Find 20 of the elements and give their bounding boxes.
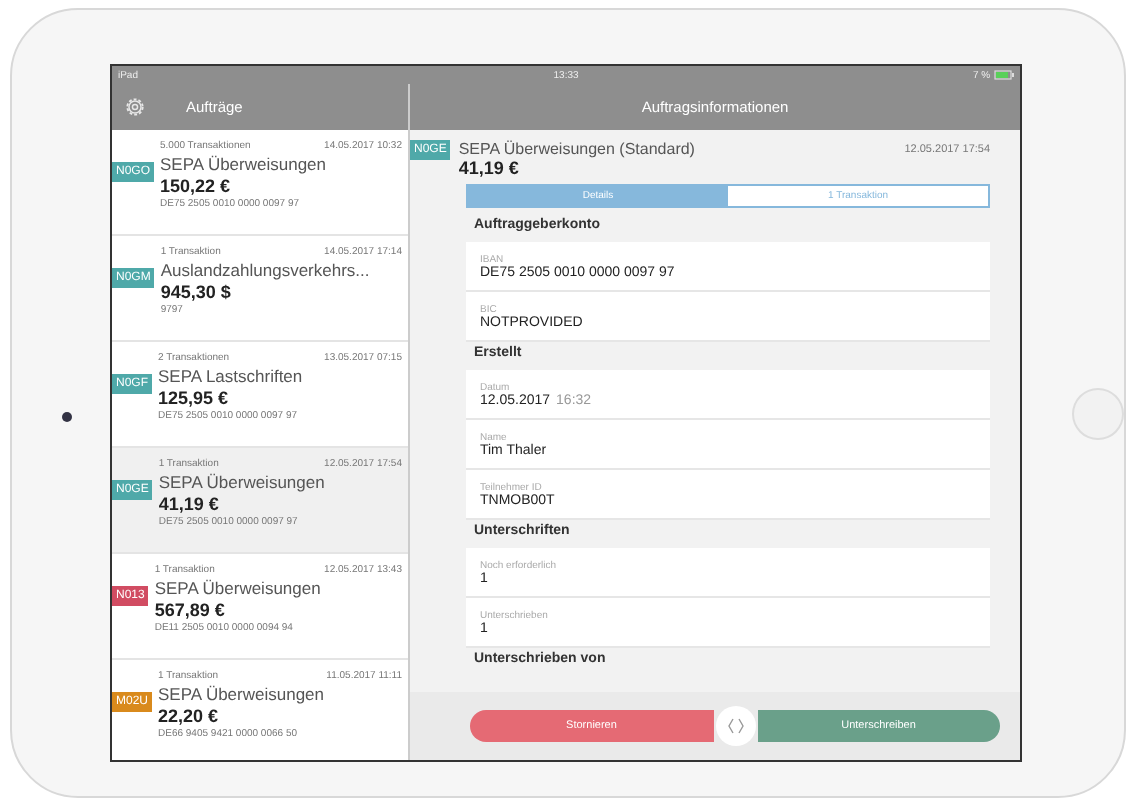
order-type: Auslandzahlungsverkehrs... <box>160 260 372 280</box>
order-amount: 945,30 $ <box>160 282 233 302</box>
order-type: SEPA Überweisungen <box>154 578 323 598</box>
order-type: SEPA Lastschriften <box>158 366 305 386</box>
order-amount: 22,20 € <box>158 706 221 726</box>
order-amount: 125,95 € <box>158 388 231 408</box>
order-type: SEPA Überweisungen <box>158 684 327 704</box>
order-type: SEPA Überweisungen <box>160 154 329 174</box>
order-type: SEPA Überweisungen (Standard) <box>458 140 695 158</box>
order-type: SEPA Überweisungen <box>158 472 327 492</box>
slider-handle[interactable] <box>715 706 756 746</box>
order-amount: 41,19 € <box>458 158 521 178</box>
order-amount: 150,22 € <box>160 176 233 196</box>
order-amount: 567,89 € <box>154 600 227 620</box>
chevrons-icon <box>725 716 746 736</box>
settings-icon[interactable] <box>123 96 146 118</box>
order-amount: 41,19 € <box>158 494 221 514</box>
battery-icon <box>994 70 1015 80</box>
camera-icon <box>62 412 72 422</box>
home-button[interactable] <box>1072 388 1124 440</box>
